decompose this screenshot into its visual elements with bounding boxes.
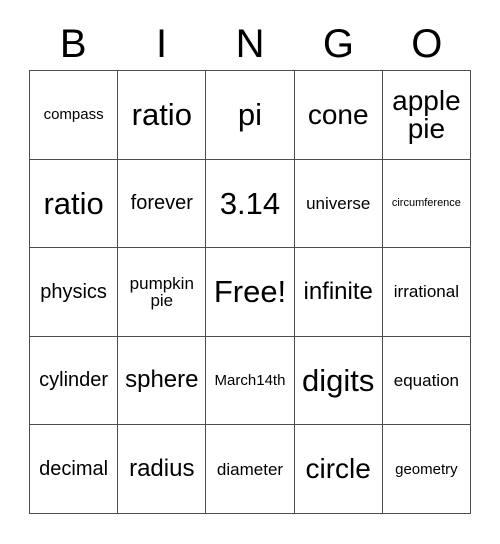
- bingo-cell-label: cylinder: [39, 369, 109, 392]
- bingo-cell[interactable]: compass: [30, 71, 119, 160]
- bingo-cell[interactable]: digits: [294, 336, 383, 426]
- bingo-cell-label: irrational: [393, 282, 459, 302]
- bingo-cell-label: Free!: [213, 274, 287, 310]
- bingo-cell[interactable]: diameter: [206, 425, 295, 514]
- bingo-cell-label: ratio: [43, 185, 104, 221]
- bingo-cell-label: compass: [43, 106, 104, 124]
- bingo-cell[interactable]: ratio: [30, 159, 119, 249]
- header-letter-g: G: [322, 22, 354, 66]
- bingo-cell-label: cone: [307, 98, 369, 130]
- bingo-cell-label: infinite: [303, 277, 373, 305]
- bingo-cell-label: decimal: [39, 457, 109, 480]
- bingo-cell[interactable]: physics: [30, 248, 119, 337]
- bingo-cell-label: March14th: [214, 371, 286, 389]
- bingo-cell-label: circumference: [391, 196, 461, 209]
- bingo-cell[interactable]: pumpkin pie: [118, 248, 207, 337]
- bingo-header-row: B I N G O: [29, 18, 471, 70]
- bingo-cell[interactable]: pi: [206, 71, 295, 160]
- bingo-cell[interactable]: decimal: [30, 425, 119, 514]
- bingo-cell[interactable]: March14th: [206, 336, 295, 426]
- header-letter-n: N: [235, 22, 265, 66]
- bingo-cell[interactable]: infinite: [294, 248, 383, 337]
- header-letter-b: B: [59, 22, 87, 66]
- bingo-cell[interactable]: universe: [294, 159, 383, 249]
- bingo-cell-label: physics: [40, 280, 107, 303]
- bingo-cell-label: digits: [302, 362, 375, 398]
- bingo-cell-label: ratio: [131, 96, 192, 132]
- bingo-cell[interactable]: cone: [294, 71, 383, 160]
- bingo-cell-label: universe: [306, 193, 371, 213]
- bingo-cell-label: equation: [393, 370, 459, 390]
- bingo-cell-label: sphere: [125, 366, 199, 394]
- bingo-cell-free[interactable]: Free!: [206, 248, 295, 337]
- bingo-cell[interactable]: cylinder: [30, 336, 119, 426]
- header-letter-o: O: [411, 22, 443, 66]
- bingo-grid: compass ratio pi cone apple pie ratio forever 3…: [29, 70, 471, 514]
- header-letter-i: I: [156, 22, 168, 66]
- bingo-cell-label: geometry: [395, 460, 458, 478]
- bingo-card: B I N G O compass ratio pi cone apple pie rat…: [0, 0, 500, 544]
- bingo-cell[interactable]: forever: [118, 159, 207, 249]
- bingo-cell-label: radius: [129, 454, 195, 482]
- bingo-cell[interactable]: geometry: [382, 425, 471, 514]
- bingo-cell-label: circle: [305, 452, 371, 484]
- bingo-cell-label: apple pie: [392, 84, 461, 144]
- bingo-cell[interactable]: ratio: [118, 71, 207, 160]
- bingo-cell-label: pi: [237, 96, 263, 132]
- bingo-cell-label: diameter: [216, 459, 284, 479]
- bingo-cell[interactable]: radius: [118, 425, 207, 514]
- bingo-cell[interactable]: sphere: [118, 336, 207, 426]
- bingo-cell[interactable]: circle: [294, 425, 383, 514]
- bingo-cell-label: pumpkin pie: [129, 273, 194, 310]
- bingo-cell[interactable]: 3.14: [206, 159, 295, 249]
- bingo-cell[interactable]: equation: [382, 336, 471, 426]
- bingo-cell[interactable]: irrational: [382, 248, 471, 337]
- bingo-cell-label: 3.14: [219, 185, 281, 221]
- bingo-cell-label: forever: [130, 192, 193, 215]
- bingo-cell[interactable]: circumference: [382, 159, 471, 249]
- bingo-cell[interactable]: apple pie: [382, 71, 471, 160]
